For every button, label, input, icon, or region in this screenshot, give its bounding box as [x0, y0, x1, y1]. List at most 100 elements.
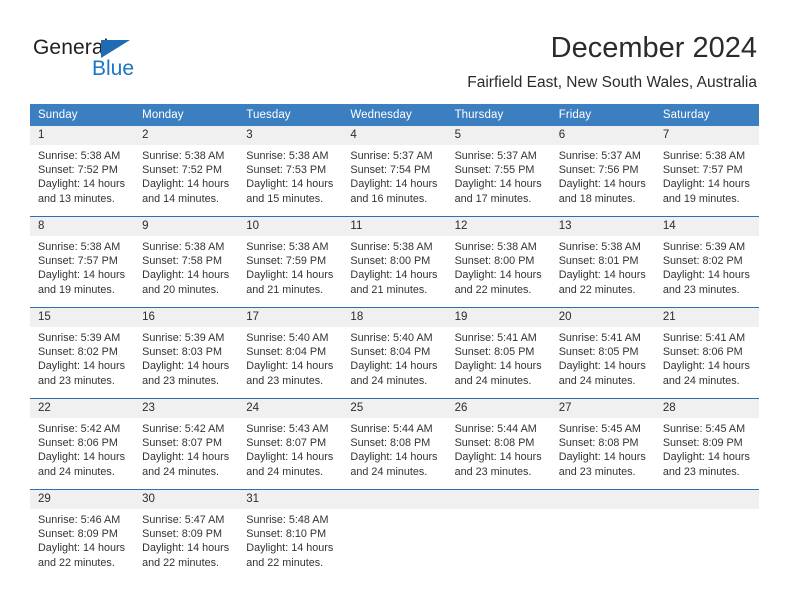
- sunrise-text: Sunrise: 5:44 AM: [454, 423, 537, 435]
- day-number: 2: [134, 126, 239, 145]
- day-number: 19: [446, 308, 551, 327]
- daylight-text-line2: and 24 minutes.: [350, 374, 428, 387]
- day-number: 8: [30, 217, 135, 236]
- day-cell[interactable]: 23 Sunrise: 5:42 AM Sunset: 8:07 PM Dayligh…: [134, 398, 239, 490]
- calendar-table: Sunday Monday Tuesday Wednesday Thursday…: [30, 104, 759, 580]
- logo-text-blue: Blue: [92, 57, 135, 80]
- week-row: 29 Sunrise: 5:46 AM Sunset: 8:09 PM Dayligh…: [30, 489, 759, 580]
- weekday-header-saturday: Saturday: [654, 104, 759, 126]
- day-number: [654, 490, 759, 509]
- sunset-text: Sunset: 8:08 PM: [454, 437, 535, 450]
- day-number: 20: [550, 308, 655, 327]
- sunrise-text: Sunrise: 5:42 AM: [142, 423, 225, 435]
- weekday-header-thursday: Thursday: [446, 104, 551, 126]
- daylight-text-line2: and 23 minutes.: [662, 465, 740, 478]
- daylight-text-line2: and 19 minutes.: [662, 192, 740, 205]
- daylight-text-line2: and 23 minutes.: [662, 283, 740, 296]
- day-cell[interactable]: 24 Sunrise: 5:43 AM Sunset: 8:07 PM Dayligh…: [238, 398, 343, 490]
- sunrise-text: Sunrise: 5:38 AM: [142, 150, 225, 162]
- daylight-text-line1: Daylight: 14 hours: [662, 269, 750, 282]
- day-cell[interactable]: 5 Sunrise: 5:37 AM Sunset: 7:55 PM Daylight…: [446, 126, 551, 217]
- day-number: 1: [30, 126, 135, 145]
- day-cell[interactable]: 11 Sunrise: 5:38 AM Sunset: 8:00 PM Dayligh…: [342, 216, 447, 308]
- daylight-text-line2: and 23 minutes.: [142, 374, 219, 387]
- sunrise-text: Sunrise: 5:43 AM: [246, 423, 329, 435]
- day-cell[interactable]: 3 Sunrise: 5:38 AM Sunset: 7:53 PM Daylight…: [238, 126, 343, 217]
- sunset-text: Sunset: 7:55 PM: [454, 164, 535, 177]
- day-cell[interactable]: 1 Sunrise: 5:38 AM Sunset: 7:52 PM Daylight…: [30, 126, 135, 217]
- daylight-text-line1: Daylight: 14 hours: [38, 178, 126, 191]
- day-cell[interactable]: 4 Sunrise: 5:37 AM Sunset: 7:54 PM Daylight…: [342, 126, 447, 217]
- daylight-text-line1: Daylight: 14 hours: [246, 178, 334, 191]
- daylight-text-line2: and 22 minutes.: [142, 556, 219, 569]
- day-number: [446, 490, 551, 509]
- day-cell-empty: [654, 489, 759, 580]
- day-cell[interactable]: 31 Sunrise: 5:48 AM Sunset: 8:10 PM Dayligh…: [238, 489, 343, 580]
- daylight-text-line1: Daylight: 14 hours: [246, 542, 334, 555]
- day-number: 10: [238, 217, 343, 236]
- day-cell[interactable]: 12 Sunrise: 5:38 AM Sunset: 8:00 PM Dayligh…: [446, 216, 551, 308]
- day-cell[interactable]: 30 Sunrise: 5:47 AM Sunset: 8:09 PM Dayligh…: [134, 489, 239, 580]
- calendar-body: 1 Sunrise: 5:38 AM Sunset: 7:52 PM Daylight…: [30, 126, 759, 580]
- day-cell[interactable]: 22 Sunrise: 5:42 AM Sunset: 8:06 PM Dayligh…: [30, 398, 135, 490]
- sunset-text: Sunset: 8:05 PM: [454, 346, 535, 359]
- daylight-text-line1: Daylight: 14 hours: [142, 178, 230, 191]
- sunrise-text: Sunrise: 5:45 AM: [558, 423, 641, 435]
- daylight-text-line2: and 23 minutes.: [454, 465, 532, 478]
- daylight-text-line2: and 23 minutes.: [38, 374, 115, 387]
- day-cell[interactable]: 29 Sunrise: 5:46 AM Sunset: 8:09 PM Dayligh…: [30, 489, 135, 580]
- daylight-text-line2: and 22 minutes.: [38, 556, 115, 569]
- day-cell[interactable]: 28 Sunrise: 5:45 AM Sunset: 8:09 PM Dayligh…: [654, 398, 759, 490]
- day-cell[interactable]: 10 Sunrise: 5:38 AM Sunset: 7:59 PM Dayligh…: [238, 216, 343, 308]
- daylight-text-line1: Daylight: 14 hours: [454, 178, 542, 191]
- day-number: 12: [446, 217, 551, 236]
- day-cell[interactable]: 18 Sunrise: 5:40 AM Sunset: 8:04 PM Dayligh…: [342, 307, 447, 399]
- weekday-header-tuesday: Tuesday: [238, 104, 343, 126]
- sunset-text: Sunset: 8:10 PM: [246, 528, 327, 541]
- sunset-text: Sunset: 8:04 PM: [350, 346, 431, 359]
- daylight-text-line2: and 20 minutes.: [142, 283, 219, 296]
- sunset-text: Sunset: 8:06 PM: [662, 346, 743, 359]
- day-cell[interactable]: 20 Sunrise: 5:41 AM Sunset: 8:05 PM Dayligh…: [550, 307, 655, 399]
- sunset-text: Sunset: 7:58 PM: [142, 255, 222, 268]
- daylight-text-line1: Daylight: 14 hours: [246, 451, 334, 464]
- daylight-text-line2: and 24 minutes.: [38, 465, 115, 478]
- weekday-header-wednesday: Wednesday: [342, 104, 447, 126]
- day-number: 13: [550, 217, 655, 236]
- sunset-text: Sunset: 8:06 PM: [38, 437, 118, 450]
- sunset-text: Sunset: 7:53 PM: [246, 164, 327, 177]
- daylight-text-line1: Daylight: 14 hours: [558, 360, 646, 373]
- daylight-text-line2: and 13 minutes.: [38, 192, 115, 205]
- day-cell[interactable]: 2 Sunrise: 5:38 AM Sunset: 7:52 PM Daylight…: [134, 126, 239, 217]
- daylight-text-line2: and 18 minutes.: [558, 192, 636, 205]
- day-cell[interactable]: 9 Sunrise: 5:38 AM Sunset: 7:58 PM Daylight…: [134, 216, 239, 308]
- sunset-text: Sunset: 7:52 PM: [142, 164, 222, 177]
- day-cell[interactable]: 16 Sunrise: 5:39 AM Sunset: 8:03 PM Dayligh…: [134, 307, 239, 399]
- day-cell[interactable]: 27 Sunrise: 5:45 AM Sunset: 8:08 PM Dayligh…: [550, 398, 655, 490]
- sunset-text: Sunset: 8:09 PM: [38, 528, 118, 541]
- daylight-text-line1: Daylight: 14 hours: [142, 451, 230, 464]
- day-cell[interactable]: 13 Sunrise: 5:38 AM Sunset: 8:01 PM Dayligh…: [550, 216, 655, 308]
- day-number: 7: [654, 126, 759, 145]
- day-number: 29: [30, 490, 135, 509]
- general-blue-logo[interactable]: General Blue: [33, 36, 203, 86]
- day-cell[interactable]: 17 Sunrise: 5:40 AM Sunset: 8:04 PM Dayligh…: [238, 307, 343, 399]
- sunrise-text: Sunrise: 5:37 AM: [350, 150, 433, 162]
- day-cell[interactable]: 25 Sunrise: 5:44 AM Sunset: 8:08 PM Dayligh…: [342, 398, 447, 490]
- sunset-text: Sunset: 8:00 PM: [454, 255, 535, 268]
- daylight-text-line1: Daylight: 14 hours: [558, 269, 646, 282]
- day-cell[interactable]: 15 Sunrise: 5:39 AM Sunset: 8:02 PM Dayligh…: [30, 307, 135, 399]
- day-number: 31: [238, 490, 343, 509]
- day-cell[interactable]: 14 Sunrise: 5:39 AM Sunset: 8:02 PM Dayligh…: [654, 216, 759, 308]
- day-cell[interactable]: 7 Sunrise: 5:38 AM Sunset: 7:57 PM Daylight…: [654, 126, 759, 217]
- sunrise-text: Sunrise: 5:39 AM: [662, 241, 746, 253]
- day-cell[interactable]: 6 Sunrise: 5:37 AM Sunset: 7:56 PM Daylight…: [550, 126, 655, 217]
- day-cell[interactable]: 19 Sunrise: 5:41 AM Sunset: 8:05 PM Dayligh…: [446, 307, 551, 399]
- day-number: 24: [238, 399, 343, 418]
- day-cell[interactable]: 8 Sunrise: 5:38 AM Sunset: 7:57 PM Daylight…: [30, 216, 135, 308]
- day-number: 17: [238, 308, 343, 327]
- day-cell[interactable]: 26 Sunrise: 5:44 AM Sunset: 8:08 PM Dayligh…: [446, 398, 551, 490]
- day-cell[interactable]: 21 Sunrise: 5:41 AM Sunset: 8:06 PM Dayligh…: [654, 307, 759, 399]
- sunrise-text: Sunrise: 5:48 AM: [246, 514, 329, 526]
- daylight-text-line2: and 24 minutes.: [662, 374, 740, 387]
